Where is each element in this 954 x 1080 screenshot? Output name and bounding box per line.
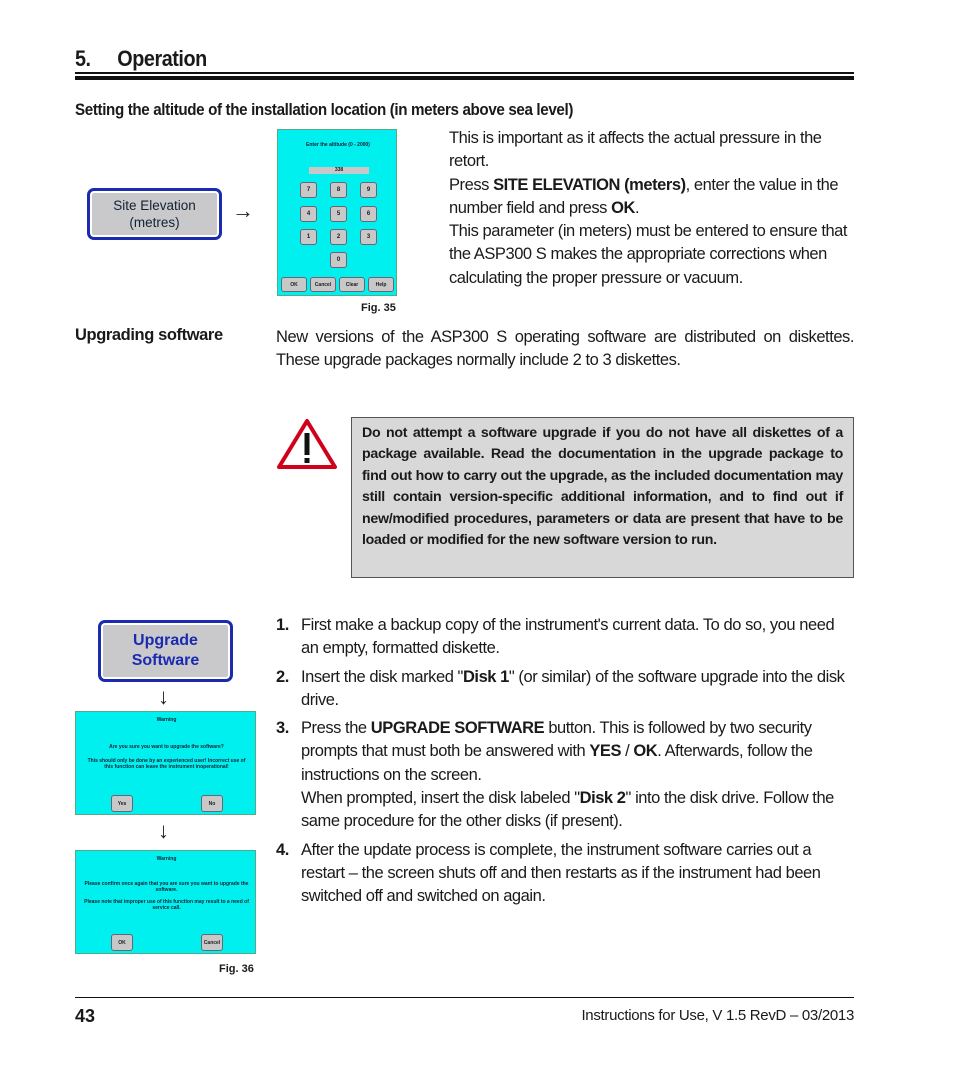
altitude-value: 338 <box>309 167 369 174</box>
screen-cancel: Cancel <box>310 277 336 292</box>
footer-doc-info: Instructions for Use, V 1.5 RevD – 03/20… <box>581 1007 854 1024</box>
step-3: 3. Press the UPGRADE SOFTWARE button. Thi… <box>276 719 834 831</box>
key-7: 7 <box>300 182 317 198</box>
page-number: 43 <box>75 1006 96 1026</box>
footer-rule <box>75 997 854 998</box>
step-2: 2. Insert the disk marked "Disk 1" (or si… <box>276 667 845 709</box>
dialog-no: No <box>201 795 223 812</box>
upgrade-dialog-1: Warning Are you sure you want to upgrade… <box>75 711 256 815</box>
key-4: 4 <box>300 206 317 222</box>
warning-box: Do not attempt a software upgrade if you… <box>351 417 854 578</box>
warning-triangle-icon <box>277 419 337 469</box>
arrow-down-icon: ↓ <box>158 818 169 843</box>
upgrade-intro: New versions of the ASP300 S operating s… <box>276 328 854 370</box>
altitude-heading: Setting the altitude of the installation… <box>75 101 574 119</box>
key-0: 0 <box>330 252 347 268</box>
arrow-right-icon: → <box>232 198 254 223</box>
key-6: 6 <box>360 206 377 222</box>
dialog-yes: Yes <box>111 795 133 812</box>
header-rule <box>75 72 854 74</box>
site-elevation-button-image: Site Elevation (metres) <box>87 188 222 240</box>
dialog-ok: OK <box>111 934 133 951</box>
upgrade-dialog-2: Warning Please confirm once again that y… <box>75 850 256 954</box>
upgrade-steps: 1. First make a backup copy of the instru… <box>276 614 854 914</box>
key-1: 1 <box>300 229 317 245</box>
screen-ok: OK <box>281 277 307 292</box>
upgrade-software-button-image: Upgrade Software <box>98 620 233 682</box>
upgrade-heading: Upgrading software <box>75 326 223 344</box>
step-4: 4. After the update process is complete, … <box>276 840 821 906</box>
key-8: 8 <box>330 182 347 198</box>
key-2: 2 <box>330 229 347 245</box>
step-1: 1. First make a backup copy of the instru… <box>276 616 835 658</box>
screen-help: Help <box>368 277 394 292</box>
altitude-screen: Enter the altitude (0 - 2000) 338 7 8 9 … <box>277 129 397 296</box>
arrow-down-icon: ↓ <box>158 684 169 709</box>
header-rule-thick <box>75 76 854 80</box>
key-3: 3 <box>360 229 377 245</box>
figure-caption: Fig. 36 <box>219 963 254 975</box>
key-9: 9 <box>360 182 377 198</box>
altitude-text: This is important as it affects the actu… <box>449 129 848 287</box>
screen-clear: Clear <box>339 277 365 292</box>
figure-caption: Fig. 35 <box>361 302 396 314</box>
section-heading: 5. Operation <box>75 46 207 71</box>
dialog-cancel: Cancel <box>201 934 223 951</box>
key-5: 5 <box>330 206 347 222</box>
